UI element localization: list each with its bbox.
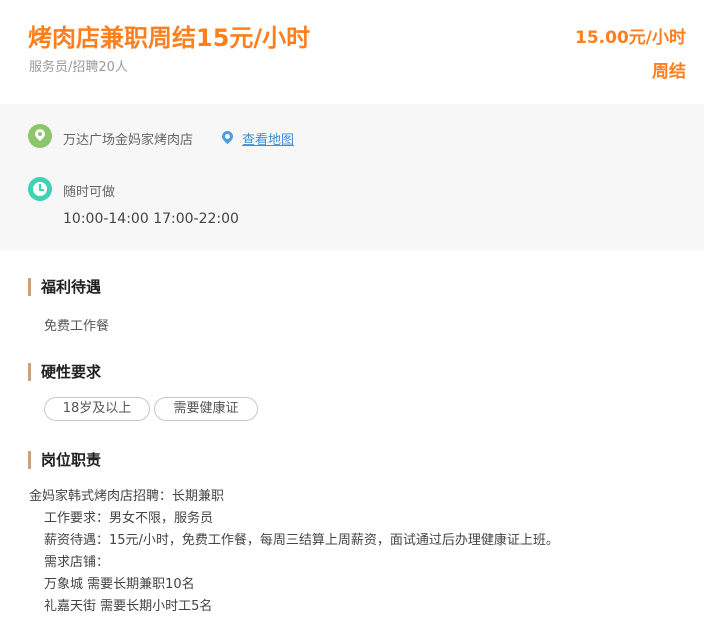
job-subtitle: 服务员/招聘20人 (29, 60, 128, 75)
salary: 15.00元/小时 (575, 28, 686, 48)
duty-line: 礼嘉天街 需要长期小时工5名 (44, 599, 213, 614)
duty-line: 需求店铺： (44, 555, 110, 570)
requirement-tag-health-certificate: 需要健康证 (154, 397, 258, 421)
clock-hand (39, 184, 44, 191)
location-icon (28, 124, 52, 148)
duty-line: 金妈家韩式烤肉店招聘：长期兼职 (29, 489, 225, 504)
job-info-panel: 万达广场金妈家烤肉店 查看地图 随时可做 10:00-14:00 17:00-2… (0, 104, 704, 250)
map-pin-icon[interactable] (219, 128, 236, 145)
duty-line: 万象城 需要长期兼职10名 (44, 577, 195, 592)
settlement-type: 周结 (652, 62, 686, 82)
duty-line: 薪资待遇：15元/小时，免费工作餐，每周三结算上周薪资，面试通过后办理健康证上班… (44, 533, 559, 548)
duties-heading: 岗位职责 (28, 451, 101, 469)
location-address: 万达广场金妈家烤肉店 (63, 133, 194, 148)
requirements-heading: 硬性要求 (28, 363, 101, 381)
benefits-text: 免费工作餐 (44, 319, 110, 334)
schedule-label: 随时可做 (63, 185, 116, 200)
duty-line: 工作要求：男女不限，服务员 (44, 511, 214, 526)
job-title: 烤肉店兼职周结15元/小时 (28, 24, 311, 52)
benefits-heading: 福利待遇 (28, 278, 101, 296)
requirement-tag-age: 18岁及以上 (44, 397, 150, 421)
duties-description: 金妈家韩式烤肉店招聘：长期兼职 工作要求：男女不限，服务员 薪资待遇：15元/小… (29, 486, 689, 617)
schedule-hours: 10:00-14:00 17:00-22:00 (63, 211, 239, 227)
job-header: 烤肉店兼职周结15元/小时 服务员/招聘20人 15.00元/小时 周结 (0, 0, 704, 104)
view-map-link[interactable]: 查看地图 (242, 129, 294, 148)
